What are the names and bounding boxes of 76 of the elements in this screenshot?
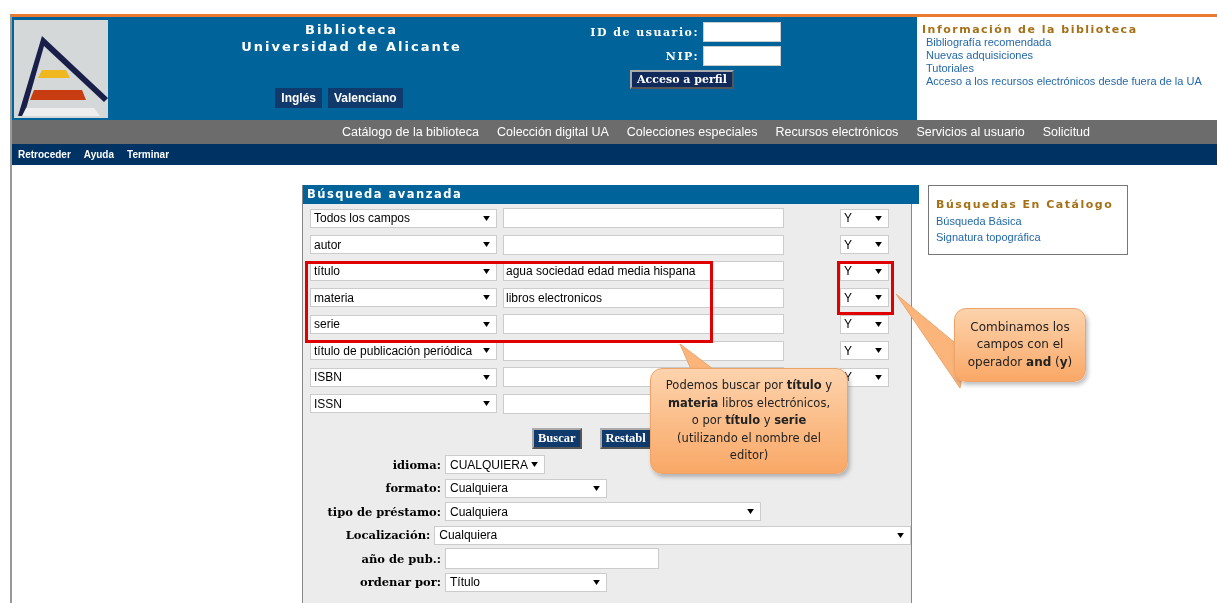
filter-label: idioma: (391, 457, 442, 472)
caret-icon (593, 579, 600, 585)
field-select[interactable]: Todos los campos (310, 208, 497, 228)
info-link[interactable]: Nuevas adquisiciones (922, 49, 1217, 62)
caret-icon (483, 215, 490, 221)
info-title: Información de la biblioteca (922, 23, 1139, 36)
year-field[interactable] (445, 548, 659, 570)
filter-label: ordenar por: (359, 575, 442, 590)
nav-link[interactable]: Catálogo de la biblioteca (342, 125, 479, 139)
caret-icon (483, 374, 490, 380)
filter-select[interactable]: Cualquiera (434, 525, 911, 545)
operator-select[interactable]: Y (840, 288, 889, 308)
nav-link[interactable]: Solicitud (1042, 125, 1090, 139)
user-id-field[interactable] (703, 22, 781, 42)
filter-label: año de pub.: (360, 551, 442, 566)
form-button[interactable]: Restabl (599, 428, 652, 449)
caret-icon (483, 348, 490, 354)
site-title: Biblioteca (305, 21, 398, 38)
operator-select[interactable]: Y (840, 235, 889, 255)
field-select[interactable]: serie (310, 314, 497, 334)
filter-label: tipo de préstamo: (326, 504, 442, 519)
search-field[interactable] (503, 314, 784, 335)
field-select[interactable]: autor (310, 235, 497, 255)
form-button[interactable]: Buscar (532, 428, 582, 449)
search-field[interactable] (503, 234, 784, 255)
filter-select[interactable]: Título (445, 572, 607, 592)
caret-icon (483, 295, 490, 301)
filter-select[interactable]: Cualquiera (445, 478, 607, 498)
side-link[interactable]: Búsqueda Básica (936, 213, 1127, 229)
filter-label: Localización: (344, 528, 432, 543)
field-select[interactable]: ISSN (310, 394, 497, 414)
panel-title: Búsqueda avanzada (303, 185, 919, 204)
highlight-frame (837, 261, 894, 315)
caret-icon (483, 401, 490, 407)
filter-select[interactable]: CUALQUIERA (445, 455, 545, 475)
operator-select[interactable]: Y (840, 341, 889, 361)
nav-link[interactable]: Colecciones especiales (626, 125, 758, 139)
pin-label: NIP: (665, 49, 699, 63)
operator-select[interactable]: Y (840, 208, 889, 228)
user-id-label: ID de usuario: (590, 25, 699, 39)
caret-icon (593, 485, 600, 491)
caret-icon (875, 348, 882, 354)
search-field[interactable] (503, 208, 784, 229)
caret-icon (531, 462, 538, 468)
info-link[interactable]: Acceso a los recursos electrónicos desde fuera de la UA (922, 75, 1217, 88)
field-select[interactable]: materia (310, 288, 497, 308)
language-button[interactable]: Valenciano (328, 88, 403, 108)
nav-link[interactable]: Servicios al usuario (916, 125, 1025, 139)
caret-icon (483, 242, 490, 248)
caret-icon (747, 509, 754, 515)
caret-icon (875, 374, 882, 380)
filter-select[interactable]: Cualquiera (445, 502, 761, 522)
caret-icon (875, 268, 882, 274)
language-button[interactable]: Inglés (275, 88, 322, 108)
caret-icon (483, 268, 490, 274)
nav-link[interactable]: Colección digital UA (496, 125, 609, 139)
caret-icon (897, 532, 904, 538)
toolbar-link[interactable]: Retroceder (18, 149, 71, 160)
pin-field[interactable] (703, 46, 781, 66)
caret-icon (875, 321, 882, 327)
search-field[interactable]: libros electronicos (503, 287, 784, 308)
site-title: Universidad de Alicante (241, 38, 462, 55)
caret-icon (875, 295, 882, 301)
toolbar-link[interactable]: Ayuda (83, 149, 114, 160)
filter-label: formato: (384, 481, 442, 496)
info-link[interactable]: Bibliografía recomendada (922, 36, 1217, 49)
side-link[interactable]: Signatura topográfica (936, 229, 1127, 245)
side-title: Búsquedas En Catálogo (936, 198, 1115, 211)
caret-icon (875, 242, 882, 248)
toolbar-link[interactable]: Terminar (127, 149, 170, 160)
caret-icon (875, 215, 882, 221)
caret-icon (483, 321, 490, 327)
nav-link[interactable]: Recursos electrónicos (775, 125, 899, 139)
info-link[interactable]: Tutoriales (922, 62, 1217, 75)
profile-button[interactable]: Acceso a perfil (630, 70, 734, 89)
field-select[interactable]: ISBN (310, 367, 497, 387)
